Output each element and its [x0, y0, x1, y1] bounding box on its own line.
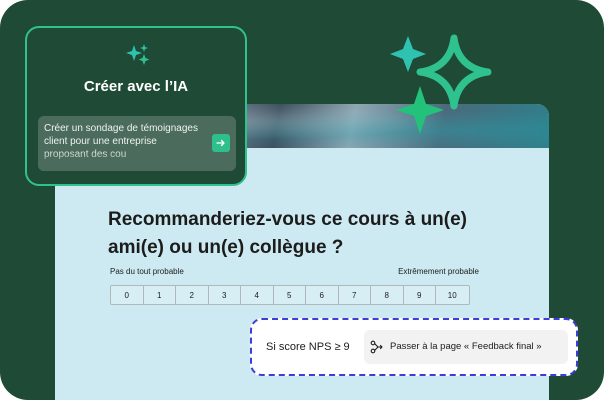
- ai-sparkle-icon: [126, 44, 150, 65]
- ai-panel: Créer avec l’IA Créer un sondage de témo…: [25, 26, 247, 186]
- scale-labels: Pas du tout probable Extrêmement probabl…: [110, 267, 479, 276]
- nps-scale: 0 1 2 3 4 5 6 7 8 9 10: [110, 285, 470, 305]
- survey-question: Recommanderiez-vous ce cours à un(e) ami…: [108, 209, 467, 258]
- branch-icon: [370, 340, 383, 354]
- arrow-right-icon: [216, 139, 225, 147]
- ai-prompt-input[interactable]: Créer un sondage de témoignages client p…: [38, 116, 236, 171]
- rule-action-label: Passer à la page « Feedback final »: [390, 341, 542, 352]
- scale-low-label: Pas du tout probable: [110, 267, 184, 276]
- rule-action[interactable]: Passer à la page « Feedback final »: [364, 330, 568, 364]
- sparkles-icon: [390, 34, 492, 134]
- nps-option-7[interactable]: 7: [339, 286, 371, 304]
- nps-option-3[interactable]: 3: [209, 286, 241, 304]
- hero-illustration: Recommanderiez-vous ce cours à un(e) ami…: [0, 0, 604, 400]
- nps-option-8[interactable]: 8: [371, 286, 404, 304]
- nps-option-2[interactable]: 2: [176, 286, 209, 304]
- logic-rule[interactable]: Si score NPS ≥ 9 Passer à la page « Feed…: [250, 318, 578, 376]
- nps-option-9[interactable]: 9: [404, 286, 436, 304]
- send-button[interactable]: [212, 134, 230, 152]
- ai-prompt-fade: [38, 149, 236, 171]
- nps-option-0[interactable]: 0: [111, 286, 144, 304]
- ai-panel-title: Créer avec l’IA: [83, 78, 189, 95]
- nps-option-5[interactable]: 5: [274, 286, 306, 304]
- nps-option-10[interactable]: 10: [436, 286, 469, 304]
- scale-high-label: Extrêmement probable: [398, 267, 479, 276]
- rule-condition: Si score NPS ≥ 9: [266, 341, 350, 353]
- nps-option-6[interactable]: 6: [306, 286, 339, 304]
- nps-option-1[interactable]: 1: [144, 286, 176, 304]
- nps-option-4[interactable]: 4: [241, 286, 274, 304]
